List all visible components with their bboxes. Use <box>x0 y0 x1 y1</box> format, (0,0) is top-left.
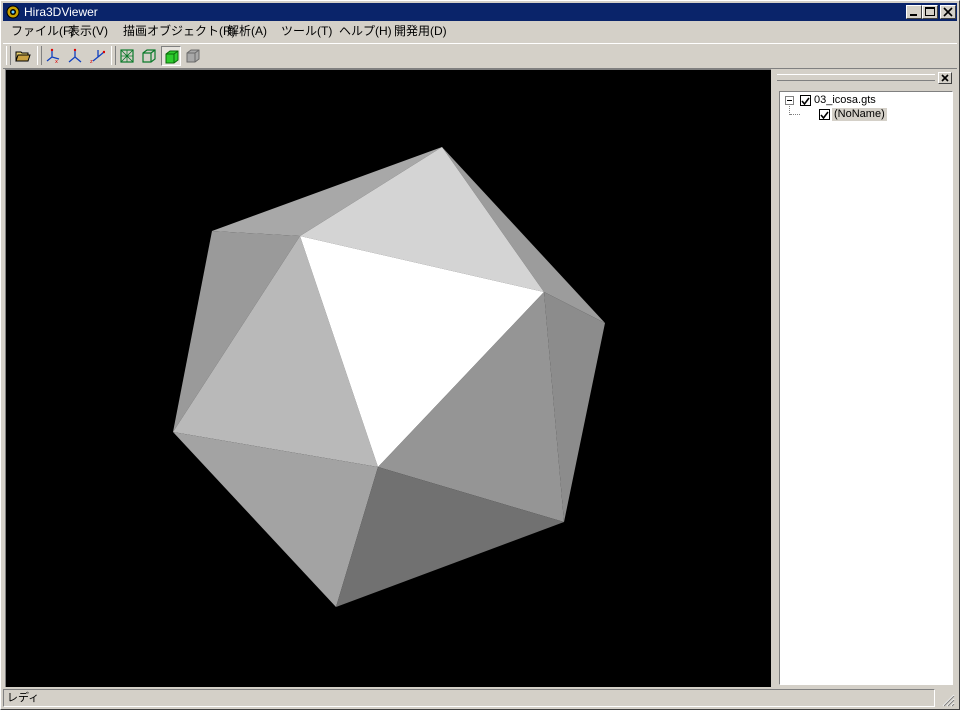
close-icon <box>941 74 949 82</box>
application-window: Hira3DViewer ファイル(F) 表示(V) 描画オブジェクト(R) 解… <box>0 0 960 710</box>
menu-bar: ファイル(F) 表示(V) 描画オブジェクト(R) 解析(A) ツール(T) ヘ… <box>3 22 957 41</box>
toolbar-grip[interactable] <box>6 46 11 65</box>
pane-close-button[interactable] <box>938 72 952 84</box>
minimize-button[interactable] <box>906 5 922 19</box>
maximize-icon <box>925 7 935 16</box>
resize-grip-icon[interactable] <box>939 691 955 707</box>
status-panel: レディ <box>3 689 935 707</box>
menu-draw-object[interactable]: 描画オブジェクト(R) <box>123 24 236 39</box>
tree-line <box>790 114 800 115</box>
checkmark-icon <box>801 97 810 106</box>
disabled-shading-button[interactable] <box>183 46 203 66</box>
tree-item-child[interactable]: (NoName) <box>832 108 887 121</box>
3d-viewport[interactable] <box>5 69 771 687</box>
axis-x-view-icon: x <box>46 48 60 64</box>
svg-text:x: x <box>55 59 58 64</box>
solid-shading-icon <box>165 50 179 64</box>
view-y-axis-button[interactable] <box>65 46 85 66</box>
object-tree[interactable]: 03_icosa.gts (NoName) <box>779 91 953 685</box>
menu-development[interactable]: 開発用(D) <box>394 24 447 39</box>
app-icon <box>6 5 20 19</box>
wireframe-icon <box>120 49 134 63</box>
view-x-axis-button[interactable]: x <box>43 46 63 66</box>
open-folder-icon <box>15 51 31 62</box>
menu-view[interactable]: 表示(V) <box>68 24 108 39</box>
open-file-button[interactable] <box>13 46 33 66</box>
menu-tools[interactable]: ツール(T) <box>281 24 332 39</box>
svg-text:z: z <box>90 59 93 64</box>
axis-z-view-icon: z <box>90 50 105 64</box>
close-icon <box>943 7 953 17</box>
tree-item-root[interactable]: 03_icosa.gts <box>814 94 876 107</box>
minimize-icon <box>910 14 917 16</box>
toolbar-separator <box>37 46 42 65</box>
root-checkbox[interactable] <box>800 95 811 106</box>
toolbar: x z <box>3 43 957 69</box>
child-checkbox[interactable] <box>819 109 830 120</box>
close-button[interactable] <box>940 5 956 19</box>
menu-file[interactable]: ファイル(F) <box>11 24 74 39</box>
icosahedron-render <box>173 147 605 607</box>
maximize-button[interactable] <box>922 5 938 19</box>
edges-button[interactable] <box>139 46 159 66</box>
menu-analysis[interactable]: 解析(A) <box>227 24 267 39</box>
menu-help[interactable]: ヘルプ(H) <box>339 24 392 39</box>
axis-y-view-icon <box>68 48 82 63</box>
pane-grip <box>777 78 935 81</box>
wireframe-button[interactable] <box>117 46 137 66</box>
solid-shading-button[interactable] <box>161 46 181 66</box>
object-tree-pane: 03_icosa.gts (NoName) <box>774 69 958 687</box>
edges-icon <box>142 49 156 63</box>
title-bar[interactable]: Hira3DViewer <box>3 3 957 21</box>
disabled-shading-icon <box>186 49 200 63</box>
checkmark-icon <box>820 111 829 120</box>
window-title: Hira3DViewer <box>24 5 98 19</box>
status-text: レディ <box>7 692 40 704</box>
tree-collapse-toggle[interactable] <box>785 96 794 105</box>
view-z-axis-button[interactable]: z <box>87 46 107 66</box>
status-bar: レディ <box>3 689 957 708</box>
toolbar-separator <box>111 46 116 65</box>
